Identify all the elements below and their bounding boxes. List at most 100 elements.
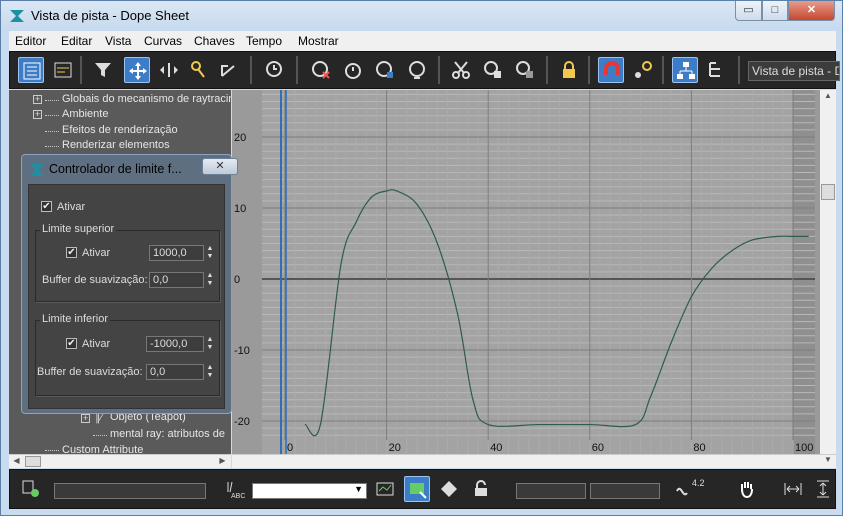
- scroll-left-icon[interactable]: ◀: [10, 456, 23, 467]
- menu-chaves[interactable]: Chaves: [194, 34, 235, 48]
- x-tick-label: 20: [389, 442, 401, 454]
- y-tick-label: 10: [234, 203, 246, 215]
- curve-point: [416, 203, 418, 206]
- scale-keys-button[interactable]: [216, 57, 242, 83]
- menu-mostrar[interactable]: Mostrar: [298, 34, 339, 48]
- modify-subtree-button[interactable]: [672, 57, 698, 83]
- scroll-up-icon[interactable]: ▲: [822, 91, 834, 103]
- lower-buffer-spinner[interactable]: ▲ ▼: [205, 364, 215, 380]
- lower-limit-spinner[interactable]: ▲ ▼: [205, 336, 215, 352]
- value-field[interactable]: [590, 483, 660, 499]
- insert-time-button[interactable]: [404, 57, 430, 83]
- cut-icon: [452, 61, 470, 79]
- lock-keys-button[interactable]: [468, 476, 494, 502]
- reverse-time-button[interactable]: [340, 57, 366, 83]
- y-axis-strip: [232, 90, 262, 455]
- curve-point: [690, 296, 692, 298]
- fit-keys-button[interactable]: [436, 476, 462, 502]
- zoom-region-button[interactable]: [404, 476, 430, 502]
- curve-point: [589, 423, 591, 426]
- lock-selection-button[interactable]: [556, 57, 582, 83]
- menu-curvas[interactable]: Curvas: [144, 34, 182, 48]
- curve-point: [355, 221, 357, 223]
- curve-graph[interactable]: 20 10 0 -10 -20 0 20 40 60 80 100: [232, 90, 820, 455]
- zoom-horizontal-button[interactable]: [780, 476, 806, 502]
- expand-icon[interactable]: +: [33, 95, 42, 104]
- menu-editar[interactable]: Editar: [61, 34, 92, 48]
- menu-editor[interactable]: Editor: [15, 34, 46, 48]
- filter-keys-button[interactable]: [18, 57, 44, 83]
- pan-button[interactable]: [734, 476, 760, 502]
- curve-point: [472, 399, 474, 401]
- scroll-thumb[interactable]: [821, 184, 835, 200]
- graph-vertical-scrollbar[interactable]: ▲: [820, 90, 836, 455]
- delete-time-button[interactable]: [308, 57, 334, 83]
- curve-count-label: 4.2: [692, 478, 705, 488]
- zoom-selected-button[interactable]: [18, 476, 44, 502]
- cut-button[interactable]: [448, 57, 474, 83]
- lower-enable-checkbox[interactable]: ✔: [66, 338, 77, 349]
- paste-button[interactable]: [512, 57, 538, 83]
- copy-button[interactable]: [480, 57, 506, 83]
- select-time-button[interactable]: [262, 57, 288, 83]
- add-keys-icon: [191, 61, 205, 78]
- tree-item-renderizar[interactable]: Renderizar elementos: [62, 139, 170, 151]
- reverse-time-icon: [345, 63, 361, 79]
- y-tick-label: -20: [234, 416, 250, 428]
- tree-item-mental-ray[interactable]: mental ray: atributos de: [110, 428, 225, 440]
- tree-item-efeitos[interactable]: Efeitos de renderização: [62, 124, 178, 136]
- zoom-value-button[interactable]: [810, 476, 836, 502]
- slide-keys-button[interactable]: [156, 57, 182, 83]
- move-keys-button[interactable]: [124, 57, 150, 83]
- lower-buffer-input[interactable]: 0,0: [146, 364, 204, 380]
- curve-point: [777, 235, 779, 237]
- menu-vista[interactable]: Vista: [105, 34, 131, 48]
- curve-point: [370, 196, 372, 198]
- trackview-name-field[interactable]: Vista de pista - Do: [748, 61, 840, 81]
- close-button[interactable]: ✕: [788, 1, 835, 21]
- y-tick-label: -10: [234, 345, 250, 357]
- menu-tempo[interactable]: Tempo: [246, 34, 282, 48]
- upper-limit-spinner[interactable]: ▲ ▼: [205, 245, 215, 261]
- scroll-down-icon[interactable]: ▼: [822, 455, 834, 467]
- graph-horizontal-scrollbar[interactable]: ▼: [232, 454, 836, 468]
- expand-icon[interactable]: +: [81, 414, 90, 423]
- show-keyable-button[interactable]: [630, 57, 656, 83]
- filter-icon: [95, 63, 111, 77]
- zoom-view-button[interactable]: [372, 476, 398, 502]
- add-keys-button[interactable]: [186, 57, 212, 83]
- edit-ranges-button[interactable]: [50, 57, 76, 83]
- expand-icon[interactable]: +: [33, 110, 42, 119]
- rename-button[interactable]: ABC: [222, 476, 248, 502]
- dialog-close-button[interactable]: ✕: [202, 158, 238, 175]
- filter-button[interactable]: [90, 57, 116, 83]
- dialog-body: ✔ Ativar Limite superior ✔ Ativar 1000,0…: [28, 184, 225, 409]
- tree-item-raytrace[interactable]: Globais do mecanismo de raytracing: [62, 93, 231, 105]
- x-tick-label: 0: [287, 442, 293, 454]
- tree-item-ambiente[interactable]: Ambiente: [62, 108, 108, 120]
- modify-child-keys-button[interactable]: [704, 57, 730, 83]
- scroll-right-icon[interactable]: ▶: [216, 456, 229, 467]
- snap-frames-button[interactable]: [598, 57, 624, 83]
- curve-point: [670, 342, 672, 344]
- name-dropdown[interactable]: ▼: [252, 483, 367, 499]
- minimize-button[interactable]: ▭: [735, 1, 762, 21]
- tree-horizontal-scrollbar[interactable]: ◀ ▶: [9, 454, 231, 468]
- upper-limit-input[interactable]: 1000,0: [149, 245, 204, 261]
- upper-buffer-input[interactable]: 0,0: [149, 272, 204, 288]
- zoom-region-icon: [410, 483, 427, 499]
- curve-point: [436, 242, 438, 245]
- curve-point: [340, 264, 342, 266]
- frame-field[interactable]: [516, 483, 586, 499]
- scroll-thumb[interactable]: [25, 456, 41, 467]
- selection-field[interactable]: [54, 483, 206, 499]
- upper-buffer-spinner[interactable]: ▲ ▼: [205, 272, 215, 288]
- paste-icon: [516, 61, 533, 78]
- enable-checkbox[interactable]: ✔: [41, 201, 52, 212]
- upper-enable-checkbox[interactable]: ✔: [66, 247, 77, 258]
- slide-keys-icon: [160, 63, 178, 77]
- maximize-button[interactable]: □: [762, 1, 788, 21]
- x-tick-label: 60: [592, 442, 604, 454]
- lower-limit-input[interactable]: -1000,0: [146, 336, 204, 352]
- scale-time-button[interactable]: [372, 57, 398, 83]
